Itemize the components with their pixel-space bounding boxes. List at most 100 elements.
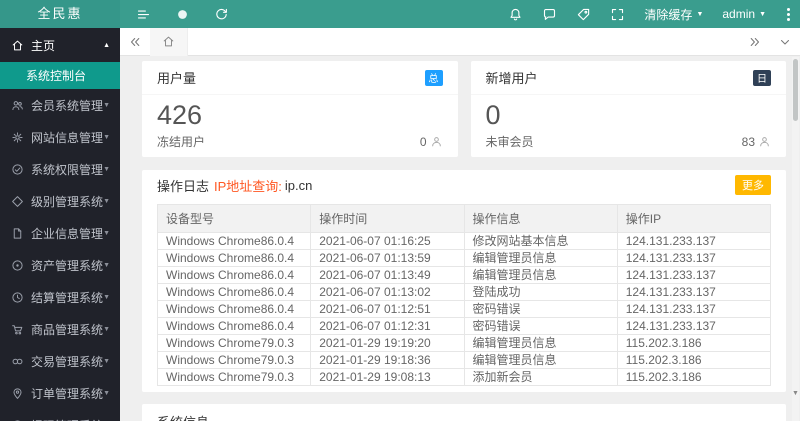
table-row: Windows Chrome79.0.3 2021-01-29 19:19:20 编… — [156, 334, 772, 352]
stat-value: 426 — [157, 100, 203, 130]
table-row: Windows Chrome86.0.4 2021-06-07 01:12:51 密… — [156, 300, 772, 318]
user-dropdown[interactable]: admin ▼ — [722, 7, 766, 21]
table-cell: 2021-06-07 01:13:49 — [310, 266, 465, 284]
table-cell: 2021-06-07 01:13:02 — [310, 283, 465, 301]
table-cell: Windows Chrome86.0.4 — [156, 232, 312, 250]
sidebar-item-label: 会员系统管理 — [31, 98, 104, 113]
sidebar-item-home[interactable]: 主页 ▲ — [0, 28, 120, 62]
link-icon — [11, 355, 24, 368]
sidebar-item-3[interactable]: 级别管理系统 ▼ — [0, 185, 120, 217]
sidebar-item-7[interactable]: 商品管理系统 ▼ — [0, 313, 120, 345]
caret-down-icon: ▼ — [103, 389, 110, 397]
caret-down-icon: ▼ — [696, 10, 704, 18]
table-cell: 124.131.233.137 — [616, 232, 772, 250]
theme-icon[interactable] — [175, 7, 190, 22]
sidebar-item-label: 提现管理系统 — [31, 417, 103, 421]
table-cell: 124.131.233.137 — [616, 300, 772, 318]
sidebar-item-label: 主页 — [31, 38, 56, 53]
sidebar-item-label: 资产管理系统 — [31, 258, 104, 273]
table-cell: 124.131.233.137 — [616, 266, 772, 284]
message-icon[interactable] — [542, 7, 557, 22]
main-content: 用户量 总 426 冻结用户 0 新增用户 日 0 未审会员 83 操作日志 I… — [120, 56, 800, 421]
tag-icon[interactable] — [576, 7, 591, 22]
cart-icon — [11, 323, 24, 336]
document-icon — [11, 227, 24, 240]
table-cell: 添加新会员 — [463, 368, 618, 386]
sidebar-item-5[interactable]: 资产管理系统 ▼ — [0, 249, 120, 281]
table-cell: 编辑管理员信息 — [463, 351, 618, 369]
home-icon — [11, 39, 24, 52]
caret-down-icon: ▼ — [103, 229, 110, 237]
fullscreen-icon[interactable] — [610, 7, 625, 22]
stat-badge-daily: 日 — [753, 69, 771, 86]
table-header-row: 设备型号 操作时间 操作信息 操作IP — [156, 204, 772, 233]
sidebar-item-0[interactable]: 会员系统管理 ▼ — [0, 89, 120, 121]
caret-down-icon: ▼ — [103, 325, 110, 333]
tabs-scroll-right-icon[interactable] — [740, 28, 770, 56]
gear-icon — [11, 131, 24, 144]
table-row: Windows Chrome86.0.4 2021-06-07 01:13:59 编… — [156, 249, 772, 267]
scrollbar-thumb[interactable] — [793, 59, 798, 121]
check-circle-icon — [11, 163, 24, 176]
scrollbar-down-arrow-icon[interactable]: ▼ — [792, 390, 799, 397]
topbar-right: 清除缓存 ▼ admin ▼ — [508, 6, 800, 23]
table-cell: 2021-06-07 01:12:51 — [310, 300, 465, 318]
sidebar-item-label: 网站信息管理 — [31, 130, 104, 145]
caret-down-icon: ▼ — [103, 165, 110, 173]
table-row: Windows Chrome86.0.4 2021-06-07 01:12:31 密… — [156, 317, 772, 335]
notification-bell-icon[interactable] — [508, 7, 523, 22]
column-header: 操作信息 — [463, 204, 618, 233]
stat-value: 0 — [485, 100, 501, 130]
table-row: Windows Chrome86.0.4 2021-06-07 01:13:02 登… — [156, 283, 772, 301]
sidebar-menu: 会员系统管理 ▼ 网站信息管理 ▼ 系统权限管理 ▼ 级别管理系统 ▼ 企业信息管理 ▼ 资产管理系… — [0, 89, 120, 421]
table-row: Windows Chrome86.0.4 2021-06-07 01:16:25 修… — [156, 232, 772, 250]
refresh-icon[interactable] — [214, 7, 229, 22]
table-cell: 编辑管理员信息 — [463, 266, 618, 284]
more-button[interactable]: 更多 — [735, 175, 771, 195]
home-icon — [162, 35, 175, 48]
table-cell: Windows Chrome86.0.4 — [156, 283, 312, 301]
ip-query-link[interactable]: ip.cn — [285, 178, 312, 193]
sidebar-item-label: 订单管理系统 — [31, 386, 104, 401]
sidebar-item-8[interactable]: 交易管理系统 ▼ — [0, 345, 120, 377]
sidebar-item-4[interactable]: 企业信息管理 ▼ — [0, 217, 120, 249]
caret-down-icon: ▼ — [103, 133, 110, 141]
sidebar-item-label: 商品管理系统 — [31, 322, 104, 337]
table-row: Windows Chrome79.0.3 2021-01-29 19:18:36 编… — [156, 351, 772, 369]
sidebar-item-6[interactable]: 结算管理系统 ▼ — [0, 281, 120, 313]
sidebar-item-10[interactable]: 提现管理系统▼ — [0, 409, 120, 421]
caret-up-icon: ▲ — [103, 41, 110, 49]
user-icon — [430, 135, 443, 148]
stat-title: 用户量 — [157, 71, 197, 86]
table-cell: 2021-01-29 19:18:36 — [310, 351, 465, 369]
sidebar-item-label: 交易管理系统 — [31, 354, 104, 369]
tab-home[interactable] — [150, 27, 188, 56]
stat-sub-value: 83 — [741, 134, 755, 149]
table-cell: 2021-01-29 19:19:20 — [310, 334, 465, 352]
content-scrollbar[interactable]: ▼ — [792, 57, 799, 421]
tabs-menu-icon[interactable] — [770, 28, 800, 56]
table-row: Windows Chrome86.0.4 2021-06-07 01:13:49 编… — [156, 266, 772, 284]
username-label: admin — [722, 7, 756, 21]
column-header: 操作时间 — [310, 204, 465, 233]
system-info-card: 系统信息 服务器操作系统PHP版本 — [142, 404, 786, 421]
table-row: Windows Chrome79.0.3 2021-01-29 19:08:13 添… — [156, 368, 772, 386]
sidebar-item-1[interactable]: 网站信息管理 ▼ — [0, 121, 120, 153]
stat-card-new-users: 新增用户 日 0 未审会员 83 — [470, 61, 786, 157]
sidebar-item-console[interactable]: 系统控制台 — [0, 62, 120, 89]
table-cell: 密码错误 — [463, 317, 618, 335]
more-vertical-icon[interactable] — [785, 6, 792, 23]
ip-query-label: IP地址查询: — [214, 178, 282, 194]
app-logo: 全民惠 — [0, 0, 120, 28]
caret-down-icon: ▼ — [103, 101, 110, 109]
table-cell: 密码错误 — [463, 300, 618, 318]
tabs-scroll-left-icon[interactable] — [120, 28, 150, 56]
clock-icon — [11, 291, 24, 304]
sidebar-item-label: 系统控制台 — [26, 69, 87, 83]
sidebar-item-2[interactable]: 系统权限管理 ▼ — [0, 153, 120, 185]
sidebar-item-9[interactable]: 订单管理系统 ▼ — [0, 377, 120, 409]
table-cell: 115.202.3.186 — [616, 368, 772, 386]
clear-cache-dropdown[interactable]: 清除缓存 ▼ — [644, 6, 703, 23]
clear-cache-label: 清除缓存 — [644, 7, 693, 22]
sidebar-toggle-icon[interactable] — [136, 7, 151, 22]
